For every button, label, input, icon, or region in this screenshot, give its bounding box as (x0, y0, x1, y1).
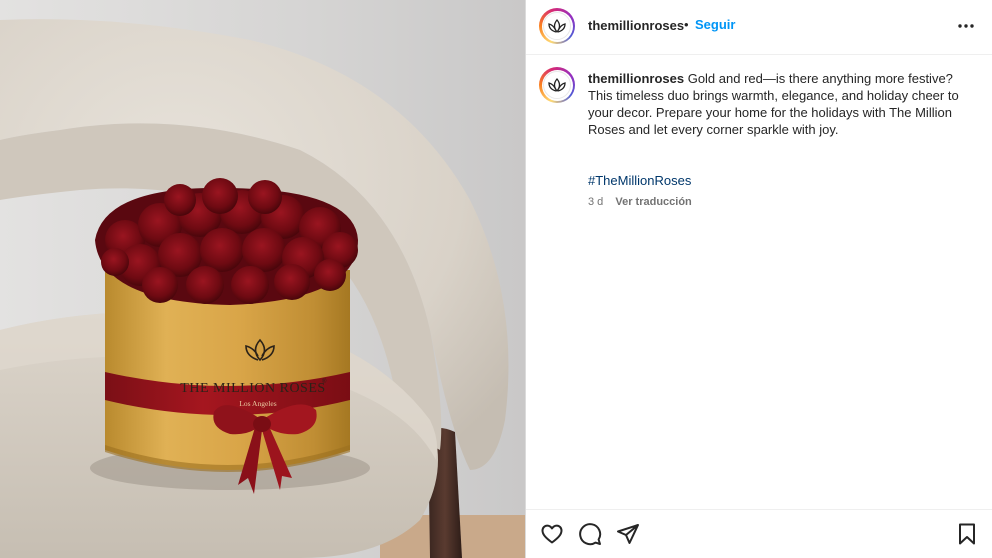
caption-avatar[interactable] (539, 67, 575, 103)
post-time: 3 d (588, 196, 604, 208)
box-brand-text: THE MILLION ROSES (180, 381, 325, 396)
heart-icon (541, 524, 563, 544)
bookmark-icon (959, 523, 975, 545)
post-sidebar: themillionroses • Seguir themillionroses… (525, 0, 992, 558)
action-bar (526, 509, 992, 558)
instagram-post: THE MILLION ROSES ® Los Angeles themilli… (0, 0, 992, 558)
caption-username[interactable]: themillionroses (588, 71, 684, 86)
more-options-button[interactable] (956, 14, 976, 38)
rose-box-photo: THE MILLION ROSES ® Los Angeles (0, 0, 525, 558)
like-button[interactable] (539, 521, 565, 547)
more-options-icon (958, 24, 974, 28)
registered-mark: ® (322, 378, 327, 385)
lotus-logo-icon (548, 77, 566, 93)
post-image[interactable]: THE MILLION ROSES ® Los Angeles (0, 0, 525, 558)
post-caption: themillionroses Gold and red—is there an… (588, 70, 978, 138)
see-translation-link[interactable]: Ver traducción (615, 196, 691, 208)
send-icon (617, 524, 639, 544)
share-button[interactable] (615, 521, 641, 547)
hashtag-link[interactable]: #TheMillionRoses (588, 173, 691, 188)
post-meta: 3 d Ver traducción (588, 196, 692, 208)
save-button[interactable] (954, 521, 980, 547)
comment-button[interactable] (577, 521, 603, 547)
lotus-logo-icon (548, 18, 566, 34)
comment-icon (579, 523, 602, 546)
follow-button[interactable]: Seguir (695, 17, 735, 32)
separator-dot: • (684, 17, 689, 32)
post-header: themillionroses • Seguir (526, 0, 992, 55)
header-username[interactable]: themillionroses (588, 18, 684, 33)
box-subtext: Los Angeles (239, 399, 276, 408)
avatar[interactable] (539, 8, 575, 44)
